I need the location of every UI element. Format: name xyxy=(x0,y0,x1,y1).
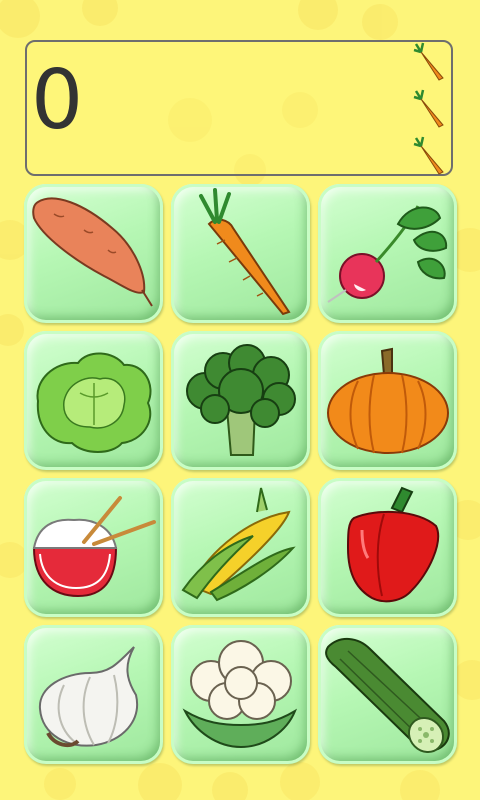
carrot-icon xyxy=(413,136,444,175)
tile-lettuce[interactable] xyxy=(24,331,163,470)
tile-sweet-potato[interactable] xyxy=(24,184,163,323)
score-value: 0 xyxy=(31,53,84,148)
carrot-icon xyxy=(199,188,291,316)
cucumber-icon xyxy=(325,638,450,754)
cauliflower-icon xyxy=(182,640,298,749)
carrot-icon xyxy=(413,42,444,81)
tile-radish[interactable] xyxy=(318,184,457,323)
tile-rice-bowl[interactable] xyxy=(24,478,163,617)
tile-pumpkin[interactable] xyxy=(318,331,457,470)
lives-indicator xyxy=(411,42,447,178)
pumpkin-icon xyxy=(327,347,449,454)
radish-icon xyxy=(327,205,448,303)
lettuce-icon xyxy=(36,352,152,453)
carrot-icon xyxy=(413,89,444,128)
tile-broccoli[interactable] xyxy=(171,331,310,470)
rice-bowl-icon xyxy=(32,496,156,598)
tile-cauliflower[interactable] xyxy=(171,625,310,764)
garlic-icon xyxy=(38,646,139,748)
tile-cucumber[interactable] xyxy=(318,625,457,764)
tile-red-pepper[interactable] xyxy=(318,478,457,617)
red-pepper-icon xyxy=(346,486,440,603)
score-panel: 0 xyxy=(25,40,453,176)
tile-garlic[interactable] xyxy=(24,625,163,764)
broccoli-icon xyxy=(186,344,296,456)
corn-icon xyxy=(181,487,296,602)
tile-carrot[interactable] xyxy=(171,184,310,323)
tile-corn[interactable] xyxy=(171,478,310,617)
sweet-potato-icon xyxy=(32,197,153,307)
